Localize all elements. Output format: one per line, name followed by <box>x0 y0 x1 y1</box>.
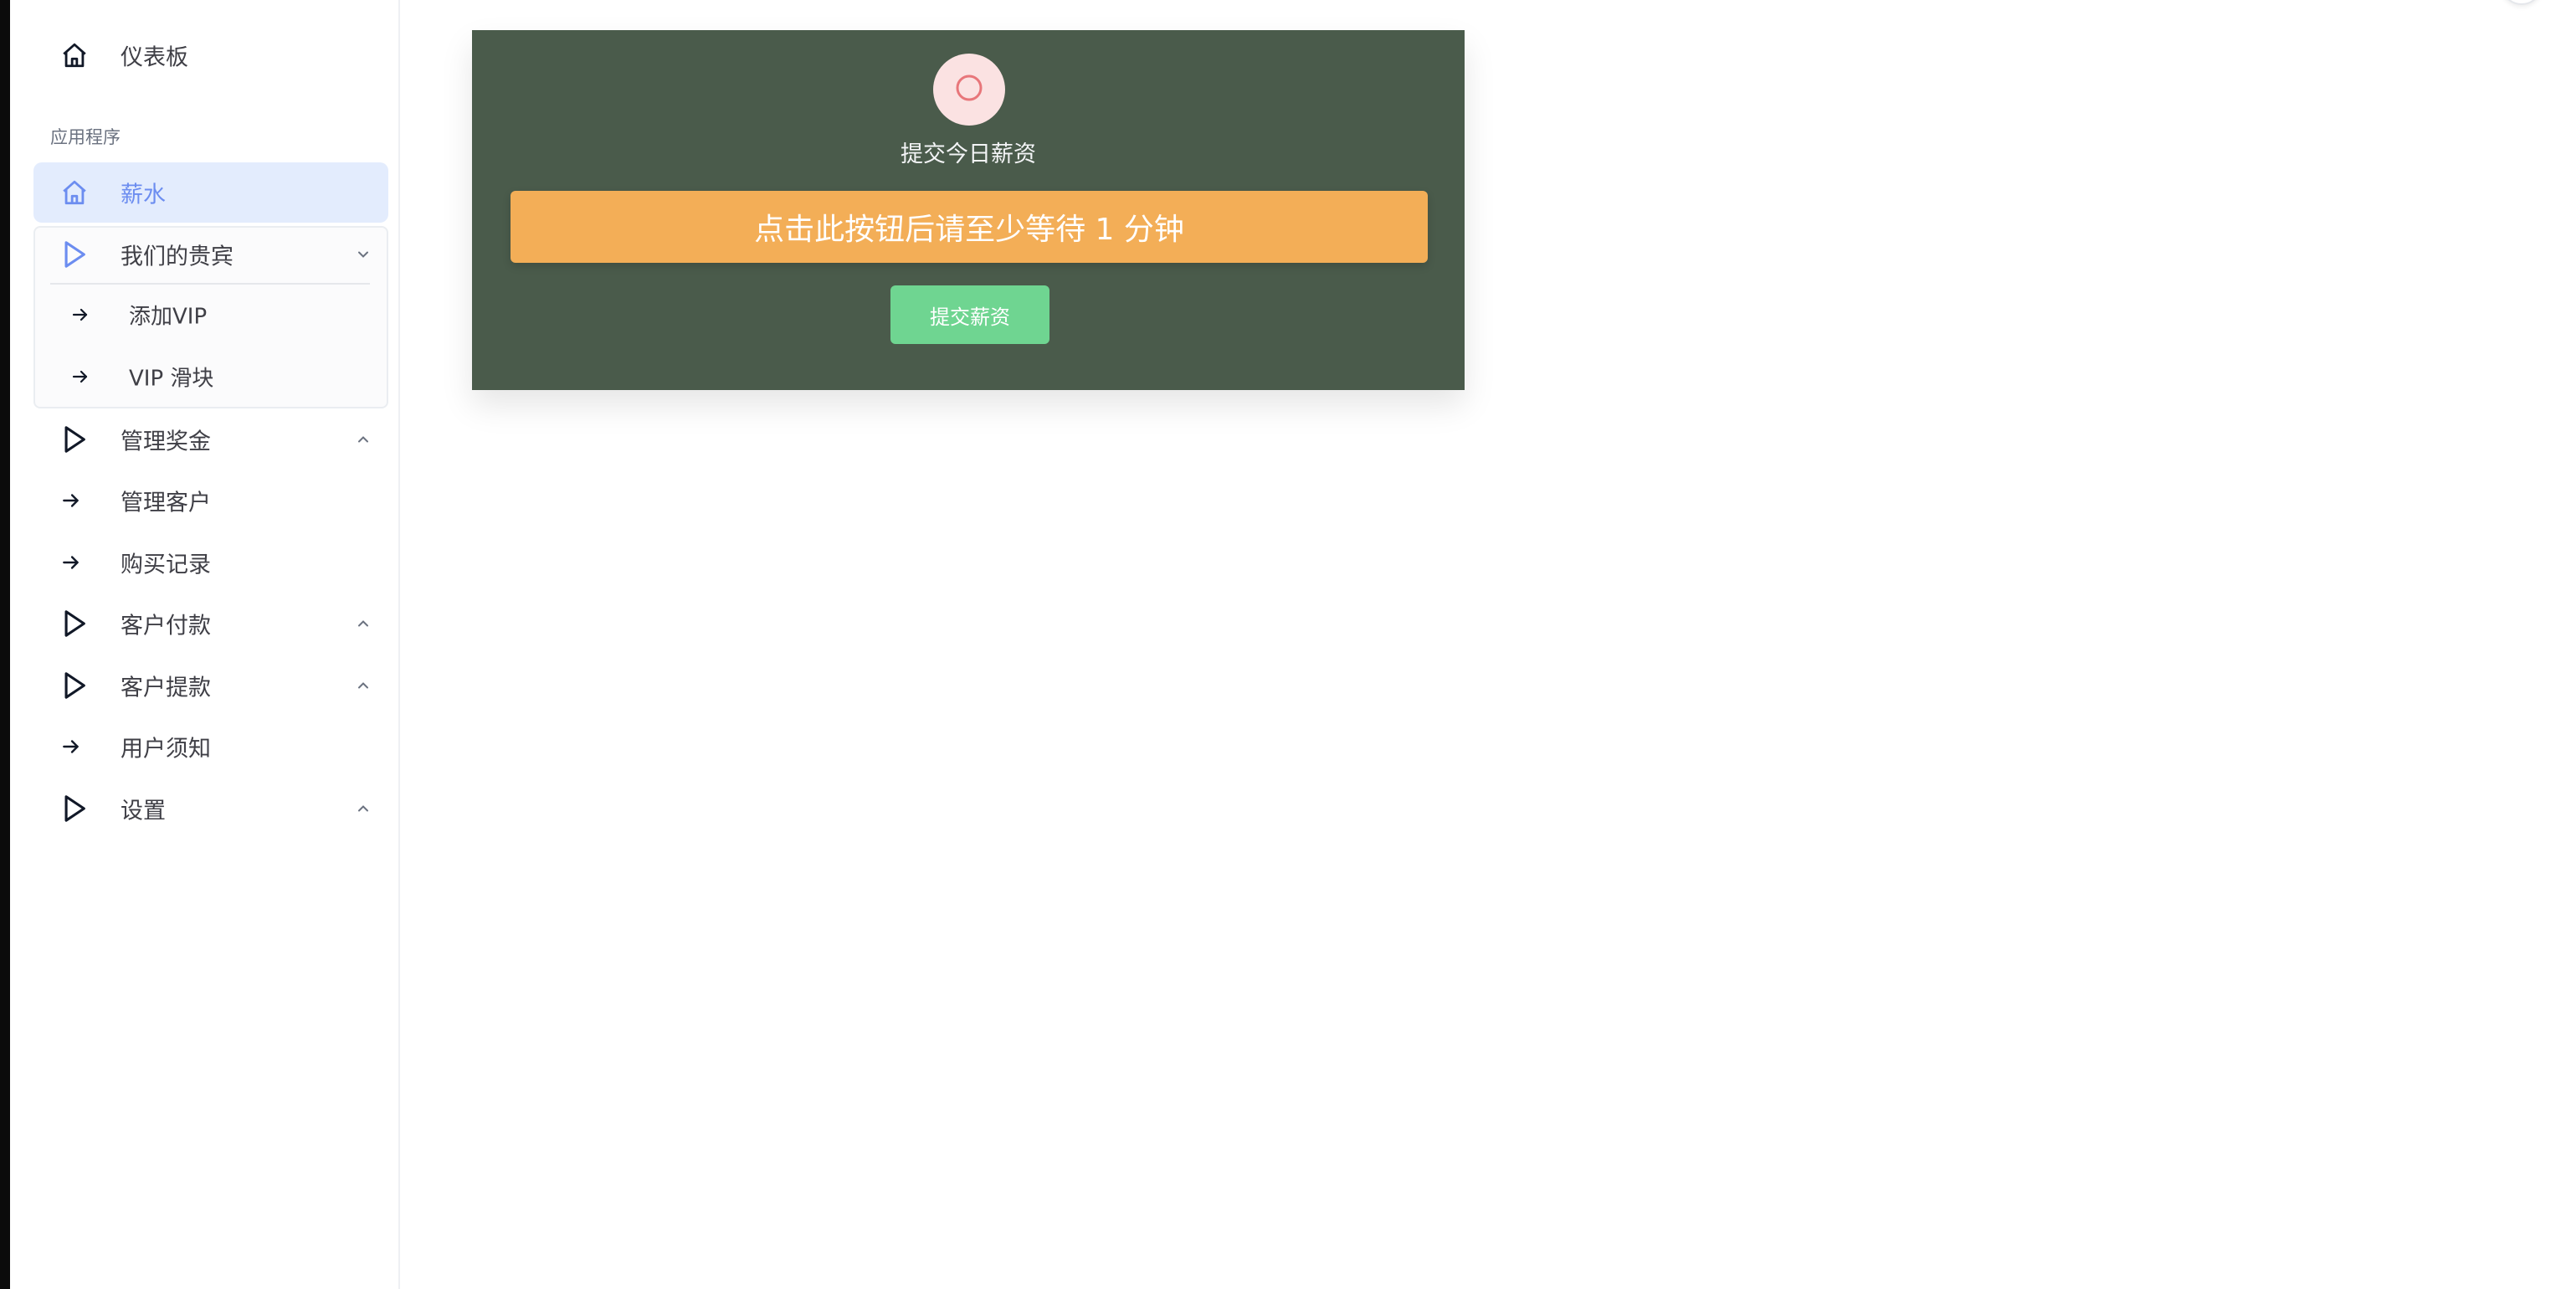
sidebar-item-label: VIP 滑块 <box>129 366 214 392</box>
sidebar-subitem-vip-slider[interactable]: VIP 滑块 <box>44 352 378 402</box>
sidebar-item-label: 薪水 <box>121 182 166 208</box>
play-outline-icon <box>59 239 90 270</box>
sidebar: 仪表板 应用程序 薪水 我们的贵宾 添加VIP VIP 滑块 管理奖金 管理客户… <box>10 0 400 1289</box>
chevron-up-icon <box>353 799 373 819</box>
sidebar-item-manage-customers[interactable]: 管理客户 <box>33 470 388 531</box>
chevron-up-icon <box>353 429 373 449</box>
sidebar-item-label: 设置 <box>121 798 166 824</box>
sidebar-item-label: 用户须知 <box>121 736 211 763</box>
arrow-right-icon <box>59 488 84 513</box>
play-outline-icon <box>59 793 90 824</box>
sidebar-item-label: 购买记录 <box>121 552 211 578</box>
arrow-right-icon <box>59 734 84 759</box>
sidebar-item-label: 仪表板 <box>121 44 188 71</box>
sidebar-item-manage-bonus[interactable]: 管理奖金 <box>33 409 388 470</box>
home-icon <box>59 177 90 208</box>
sidebar-item-salary[interactable]: 薪水 <box>33 162 388 223</box>
arrow-right-icon <box>69 303 92 326</box>
chevron-up-icon <box>353 675 373 696</box>
arrow-right-icon <box>59 550 84 575</box>
sidebar-item-label: 客户付款 <box>121 613 211 639</box>
status-icon-badge <box>933 54 1005 126</box>
arrow-right-icon <box>69 365 92 388</box>
section-title: 应用程序 <box>50 127 121 147</box>
card-title: 提交今日薪资 <box>901 141 1036 167</box>
window-edge <box>0 0 10 1289</box>
play-outline-icon <box>59 424 90 455</box>
sidebar-item-customer-payments[interactable]: 客户付款 <box>33 593 388 654</box>
submit-salary-card: 提交今日薪资 点击此按钮后请至少等待 1 分钟 提交薪资 <box>472 30 1465 390</box>
submenu-divider <box>50 283 370 285</box>
home-icon <box>59 39 90 71</box>
wait-warning-banner: 点击此按钮后请至少等待 1 分钟 <box>511 191 1428 263</box>
sidebar-item-label: 我们的贵宾 <box>121 244 233 270</box>
play-outline-icon <box>59 670 90 701</box>
chevron-down-icon <box>353 244 373 264</box>
sidebar-item-dashboard[interactable]: 仪表板 <box>33 25 388 85</box>
sidebar-item-label: 添加VIP <box>129 304 208 330</box>
sidebar-item-customer-withdrawals[interactable]: 客户提款 <box>33 655 388 716</box>
circle-outline-icon <box>954 73 984 106</box>
play-outline-icon <box>59 608 90 639</box>
sidebar-subitem-add-vip[interactable]: 添加VIP <box>44 290 378 340</box>
chevron-up-icon <box>353 614 373 634</box>
sidebar-item-label: 管理客户 <box>121 490 211 516</box>
sidebar-item-user-notice[interactable]: 用户须知 <box>33 716 388 777</box>
user-avatar[interactable] <box>2501 0 2543 5</box>
sidebar-item-vip[interactable]: 我们的贵宾 <box>33 224 388 285</box>
submit-salary-button[interactable]: 提交薪资 <box>890 285 1049 344</box>
sidebar-item-label: 客户提款 <box>121 675 211 701</box>
sidebar-item-purchase-records[interactable]: 购买记录 <box>33 532 388 593</box>
sidebar-item-label: 管理奖金 <box>121 429 211 455</box>
sidebar-item-settings[interactable]: 设置 <box>33 778 388 839</box>
